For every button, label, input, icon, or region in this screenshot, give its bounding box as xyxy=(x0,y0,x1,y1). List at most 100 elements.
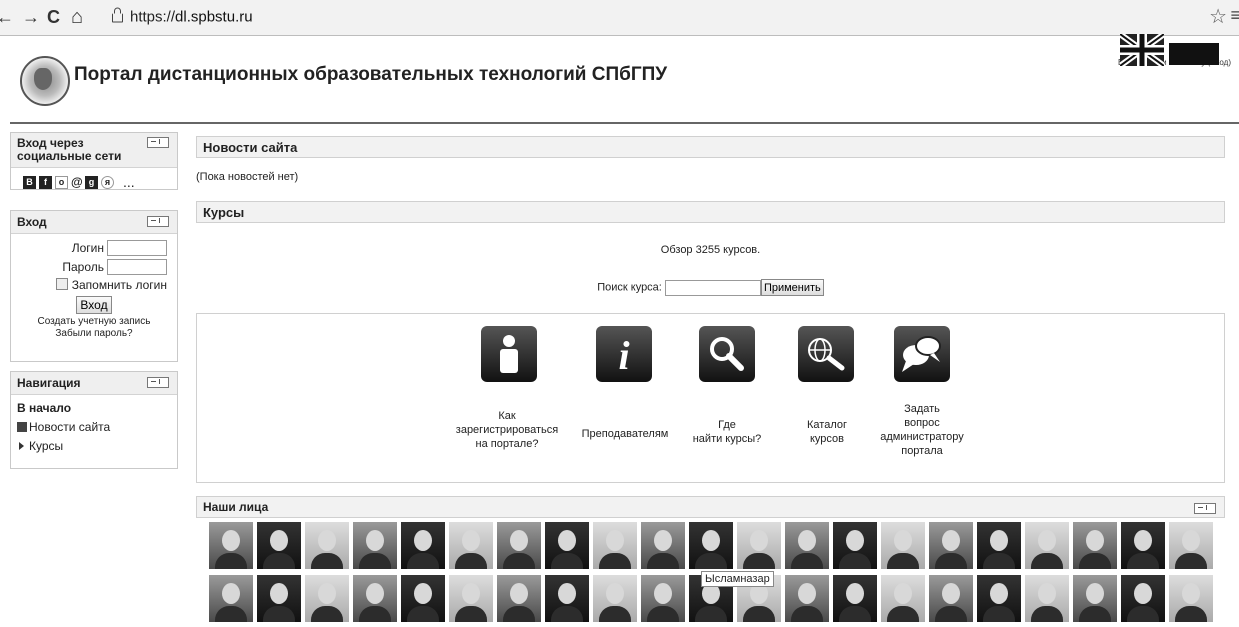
bookmark-star-icon[interactable]: ☆ xyxy=(1209,4,1227,29)
forgot-password-link[interactable]: Забыли пароль? xyxy=(21,328,167,340)
news-icon xyxy=(17,422,27,432)
magnifier-icon[interactable] xyxy=(699,326,755,382)
face-photo[interactable] xyxy=(641,575,685,622)
face-photo[interactable] xyxy=(449,522,493,569)
face-photo[interactable] xyxy=(881,522,925,569)
reload-icon[interactable]: C xyxy=(47,6,60,28)
face-photo[interactable] xyxy=(497,522,541,569)
face-photo[interactable] xyxy=(1169,522,1213,569)
quick-link-teachers[interactable]: Преподавателям xyxy=(575,427,675,441)
face-photo[interactable] xyxy=(353,575,397,622)
face-photo[interactable] xyxy=(257,522,301,569)
yandex-icon[interactable]: я xyxy=(101,175,114,189)
navigation-block: Навигация В начало Новости сайта Курсы xyxy=(10,371,178,469)
russian-flag-icon[interactable] xyxy=(1169,43,1219,65)
google-icon[interactable]: g xyxy=(85,175,98,189)
face-photo[interactable] xyxy=(737,522,781,569)
remember-login[interactable]: Запомнить логин xyxy=(21,278,167,292)
login-label: Логин xyxy=(71,241,104,255)
face-photo[interactable] xyxy=(209,522,253,569)
facebook-icon[interactable]: f xyxy=(39,175,52,189)
face-photo[interactable] xyxy=(1121,522,1165,569)
face-photo[interactable] xyxy=(257,575,301,622)
course-search-input[interactable] xyxy=(664,279,761,296)
face-photo[interactable] xyxy=(1073,575,1117,622)
nav-home-link[interactable]: В начало xyxy=(17,401,171,415)
search-apply-button[interactable]: Применить xyxy=(760,279,824,296)
english-flag-icon[interactable] xyxy=(1120,34,1164,66)
face-photo[interactable] xyxy=(449,575,493,622)
login-block: Вход Логин Пароль Запомнить логин Вход С… xyxy=(10,210,178,362)
news-empty-message: (Пока новостей нет) xyxy=(196,171,299,183)
dock-block-icon[interactable] xyxy=(1194,503,1216,514)
face-photo[interactable] xyxy=(545,575,589,622)
quick-link-find-courses[interactable]: Где найти курсы? xyxy=(677,418,777,446)
face-photo[interactable] xyxy=(641,522,685,569)
person-icon[interactable] xyxy=(481,326,537,382)
face-photo[interactable] xyxy=(929,575,973,622)
face-photo[interactable] xyxy=(1121,575,1165,622)
dock-block-icon[interactable] xyxy=(147,377,169,388)
face-photo[interactable] xyxy=(209,575,253,622)
chat-bubbles-icon[interactable] xyxy=(894,326,950,382)
university-seal-logo xyxy=(20,56,70,106)
more-social-link[interactable]: ... xyxy=(123,174,135,190)
browser-toolbar: ← → C ⌂ https://dl.spbstu.ru ☆ ≡ xyxy=(0,0,1239,36)
expand-arrow-icon[interactable] xyxy=(19,442,24,450)
courses-overview: Обзор 3255 курсов. xyxy=(660,244,761,256)
address-bar[interactable]: https://dl.spbstu.ru xyxy=(112,7,253,26)
face-photo[interactable] xyxy=(833,575,877,622)
globe-search-icon[interactable] xyxy=(798,326,854,382)
face-photo[interactable] xyxy=(593,575,637,622)
quick-link-ask-admin[interactable]: Задать вопрос администратору портала xyxy=(867,402,977,458)
face-photo[interactable] xyxy=(545,522,589,569)
face-photo[interactable] xyxy=(689,522,733,569)
password-input[interactable] xyxy=(107,259,167,275)
nav-item-news[interactable]: Новости сайта xyxy=(17,420,171,434)
face-tooltip: Ысламназар xyxy=(701,571,774,587)
face-photo[interactable] xyxy=(1025,522,1069,569)
face-photo[interactable] xyxy=(401,575,445,622)
face-photo[interactable] xyxy=(785,575,829,622)
site-title: Портал дистанционных образовательных тех… xyxy=(74,64,668,85)
quick-link-register[interactable]: Как зарегистрироваться на портале? xyxy=(437,409,577,451)
remember-checkbox[interactable] xyxy=(55,278,68,290)
vkontakte-icon[interactable]: В xyxy=(23,175,36,189)
face-photo[interactable] xyxy=(497,575,541,622)
menu-icon[interactable]: ≡ xyxy=(1230,5,1239,26)
svg-text:i: i xyxy=(618,333,629,378)
face-photo[interactable] xyxy=(401,522,445,569)
course-search: Поиск курса: Применить xyxy=(196,279,1225,296)
create-account-link[interactable]: Создать учетную запись xyxy=(21,316,167,328)
login-input[interactable] xyxy=(107,240,167,256)
face-photo[interactable] xyxy=(1073,522,1117,569)
face-photo[interactable] xyxy=(305,575,349,622)
face-photo[interactable] xyxy=(977,522,1021,569)
face-photo[interactable] xyxy=(593,522,637,569)
back-icon[interactable]: ← xyxy=(0,6,14,28)
dock-block-icon[interactable] xyxy=(147,137,169,148)
nav-item-courses[interactable]: Курсы xyxy=(17,439,171,453)
dock-block-icon[interactable] xyxy=(147,216,169,227)
forward-icon[interactable]: → xyxy=(22,6,40,28)
face-photo[interactable] xyxy=(305,522,349,569)
login-button[interactable]: Вход xyxy=(76,296,112,314)
mailru-icon[interactable]: @ xyxy=(71,176,83,188)
info-icon[interactable]: i xyxy=(596,326,652,382)
url-scheme: https:// xyxy=(130,8,176,26)
home-icon[interactable]: ⌂ xyxy=(71,6,83,28)
face-photo[interactable] xyxy=(929,522,973,569)
login-form: Логин Пароль Запомнить логин Вход Создат… xyxy=(11,234,177,348)
quick-links-panel: i Как зарегистрироваться на портале? Пре… xyxy=(196,313,1225,483)
search-label: Поиск курса: xyxy=(597,281,662,294)
face-photo[interactable] xyxy=(353,522,397,569)
quick-link-catalog[interactable]: Каталог курсов xyxy=(792,418,862,446)
face-photo[interactable] xyxy=(977,575,1021,622)
social-icons-row: В f о @ g я ... xyxy=(11,168,177,196)
face-photo[interactable] xyxy=(833,522,877,569)
face-photo[interactable] xyxy=(1025,575,1069,622)
face-photo[interactable] xyxy=(1169,575,1213,622)
face-photo[interactable] xyxy=(785,522,829,569)
odnoklassniki-icon[interactable]: о xyxy=(55,175,68,189)
face-photo[interactable] xyxy=(881,575,925,622)
